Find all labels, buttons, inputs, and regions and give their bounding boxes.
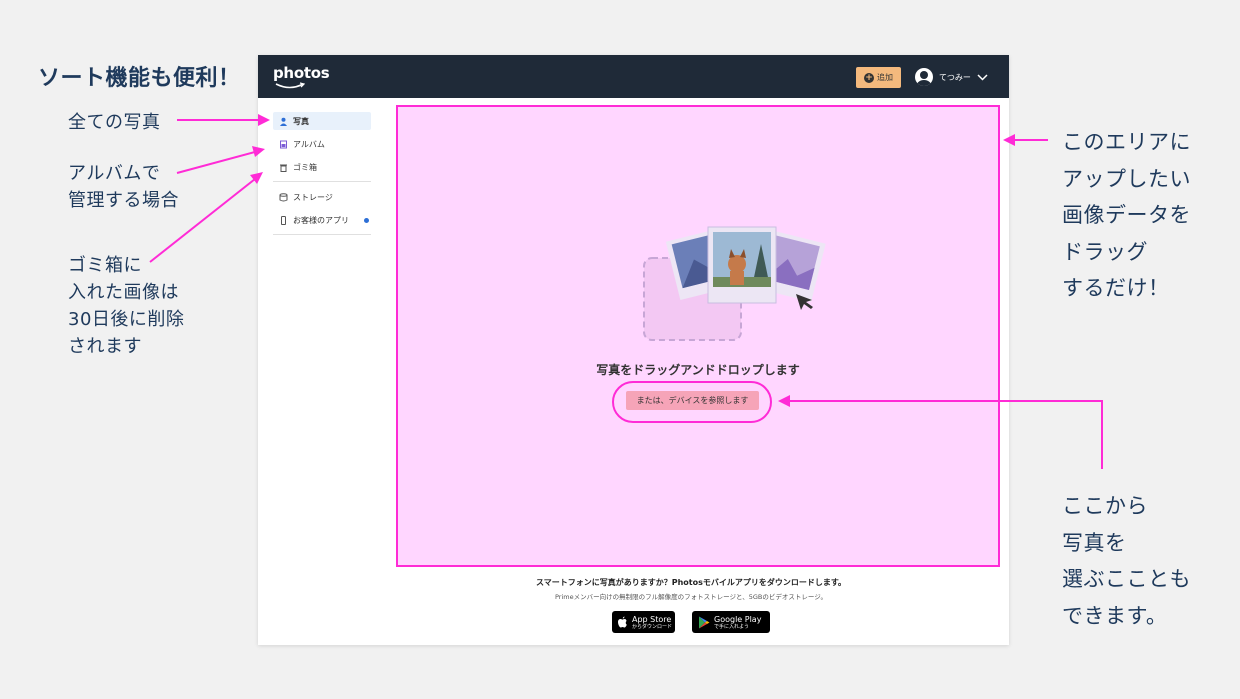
divider bbox=[273, 181, 371, 182]
sidebar-item-label: お客様のアプリ bbox=[293, 215, 349, 225]
sidebar-item-label: アルバム bbox=[293, 139, 325, 149]
google-play-sub: で手に入れよう bbox=[714, 623, 750, 630]
google-play-label: Google Play bbox=[714, 614, 762, 624]
sidebar: 写真 アルバム ゴミ箱 ストレージ お客様のアプリ bbox=[273, 112, 371, 241]
sidebar-item-album[interactable]: アルバム bbox=[273, 135, 371, 153]
photos-illustration-icon bbox=[643, 226, 826, 341]
sidebar-item-label: ゴミ箱 bbox=[293, 162, 317, 172]
footer-subtitle: Primeメンバー向けの無制限のフル解像度のフォトストレージと、5GBのビデオス… bbox=[554, 593, 828, 601]
plus-icon: + bbox=[864, 72, 874, 83]
sidebar-item-label: ストレージ bbox=[293, 192, 333, 202]
callout-sort: ソート機能も便利！ bbox=[38, 66, 241, 91]
smile-arrow-icon bbox=[275, 82, 305, 89]
callout-album: アルバムで 管理する場合 bbox=[68, 163, 179, 211]
trash-icon bbox=[280, 164, 287, 172]
callout-pick-photos: ここから 写真を 選ぶこことも できます。 bbox=[1062, 494, 1191, 628]
photos-logo[interactable]: photos bbox=[273, 64, 330, 90]
drop-zone[interactable]: 写真をドラッグアンドドロップします または、デバイスを参照します bbox=[396, 105, 1000, 567]
footer-title: スマートフォンに写真がありますか？Photosモバイルアプリをダウンロードします… bbox=[535, 578, 847, 587]
drop-zone-title: 写真をドラッグアンドドロップします bbox=[596, 363, 800, 377]
app-store-sub: からダウンロード bbox=[632, 623, 673, 630]
app-window: photos + 追加 てつみー 写真 アルバム ゴミ箱 ストレージ お客様のア… bbox=[258, 55, 1009, 645]
user-name: てつみー bbox=[939, 72, 971, 82]
add-button[interactable]: + 追加 bbox=[856, 67, 901, 88]
chevron-down-icon bbox=[977, 73, 988, 81]
phone-icon bbox=[281, 215, 286, 225]
google-play-badge[interactable]: Google Play で手に入れよう bbox=[692, 611, 770, 633]
sidebar-item-trash[interactable]: ゴミ箱 bbox=[273, 158, 371, 176]
sidebar-item-label: 写真 bbox=[293, 116, 309, 126]
app-store-label: App Store bbox=[632, 614, 672, 624]
callout-drop-area: このエリアに アップしたい 画像データを ドラッグ するだけ！ bbox=[1062, 130, 1191, 300]
sidebar-item-storage[interactable]: ストレージ bbox=[273, 188, 371, 206]
add-button-label: 追加 bbox=[877, 73, 893, 82]
logo-text: photos bbox=[273, 64, 330, 82]
storage-icon bbox=[279, 192, 288, 201]
browse-device-button[interactable]: または、デバイスを参照します bbox=[626, 391, 759, 410]
avatar-icon bbox=[915, 68, 933, 86]
callout-all-photos: 全ての写真 bbox=[68, 112, 161, 133]
album-icon bbox=[280, 140, 287, 148]
apple-icon bbox=[618, 616, 627, 628]
divider bbox=[273, 234, 371, 235]
top-bar: photos + 追加 てつみー bbox=[258, 55, 1009, 98]
google-play-icon bbox=[699, 616, 710, 628]
sidebar-item-your-apps[interactable]: お客様のアプリ bbox=[273, 211, 371, 229]
notification-dot bbox=[364, 217, 369, 223]
person-icon bbox=[280, 117, 287, 126]
user-menu[interactable]: てつみー bbox=[915, 67, 988, 87]
sidebar-item-photos[interactable]: 写真 bbox=[273, 112, 371, 130]
app-store-badge[interactable]: App Store からダウンロード bbox=[612, 611, 675, 633]
callout-trash: ゴミ箱に 入れた画像は 30日後に削除 されます bbox=[68, 255, 185, 357]
